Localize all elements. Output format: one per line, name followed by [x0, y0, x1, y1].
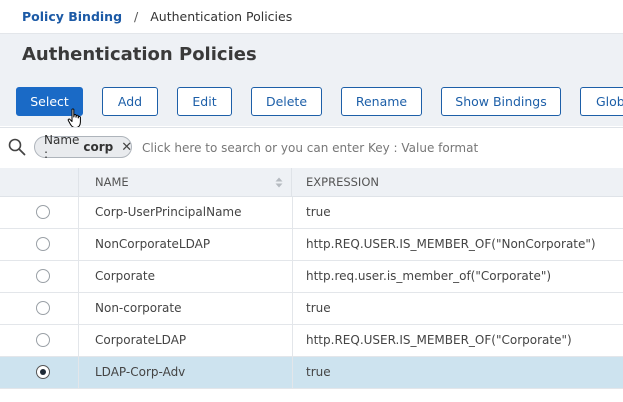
search-input[interactable] — [140, 137, 604, 159]
breadcrumb-separator: / — [134, 9, 139, 24]
table-header: NAME EXPRESSION — [0, 168, 623, 197]
column-header-select — [0, 168, 79, 196]
row-expression: true — [306, 365, 331, 379]
row-name: Non-corporate — [95, 301, 182, 315]
row-radio[interactable] — [36, 237, 50, 251]
breadcrumb-current: Authentication Policies — [150, 9, 293, 24]
row-name: LDAP-Corp-Adv — [95, 365, 186, 379]
breadcrumb: Policy Binding / Authentication Policies — [0, 0, 623, 34]
row-expression: true — [306, 205, 331, 219]
row-radio[interactable] — [36, 333, 50, 347]
table-row[interactable]: LDAP-Corp-Adv true — [0, 357, 623, 389]
row-expression: http.req.user.is_member_of("Corporate") — [306, 269, 552, 283]
row-radio[interactable] — [36, 269, 50, 283]
column-divider — [78, 357, 79, 388]
delete-button[interactable]: Delete — [251, 87, 322, 116]
add-button[interactable]: Add — [102, 87, 158, 116]
row-expression: true — [306, 301, 331, 315]
column-divider — [78, 261, 79, 292]
close-icon[interactable]: ✕ — [121, 140, 132, 155]
radio-dot — [40, 369, 46, 375]
filter-chip-key: Name : — [44, 133, 80, 161]
table-row[interactable]: Non-corporate true — [0, 293, 623, 325]
table-row[interactable]: Corporate http.req.user.is_member_of("Co… — [0, 261, 623, 293]
edit-button[interactable]: Edit — [177, 87, 232, 116]
column-header-expression[interactable]: EXPRESSION — [293, 168, 623, 196]
table-row[interactable]: CorporateLDAP http.REQ.USER.IS_MEMBER_OF… — [0, 325, 623, 357]
row-expression: http.REQ.USER.IS_MEMBER_OF("NonCorporate… — [306, 237, 596, 251]
row-radio[interactable] — [36, 301, 50, 315]
global-bindings-button[interactable]: Glob — [580, 87, 623, 116]
column-divider — [292, 229, 293, 260]
column-divider — [292, 293, 293, 324]
column-divider — [292, 325, 293, 356]
column-divider — [292, 261, 293, 292]
row-name: Corporate — [95, 269, 155, 283]
breadcrumb-link-policy-binding[interactable]: Policy Binding — [22, 9, 122, 24]
column-divider — [78, 325, 79, 356]
rename-button[interactable]: Rename — [341, 87, 422, 116]
table-row[interactable]: NonCorporateLDAP http.REQ.USER.IS_MEMBER… — [0, 229, 623, 261]
row-expression: http.REQ.USER.IS_MEMBER_OF("Corporate") — [306, 333, 572, 347]
filter-chip-value: corp — [83, 140, 114, 154]
toolbar: Select Add Edit Delete Rename Show Bindi… — [0, 80, 623, 126]
row-name: Corp-UserPrincipalName — [95, 205, 242, 219]
row-name: CorporateLDAP — [95, 333, 187, 347]
show-bindings-button[interactable]: Show Bindings — [441, 87, 561, 116]
column-header-expression-label: EXPRESSION — [306, 175, 379, 189]
sort-icon[interactable] — [275, 177, 283, 188]
row-radio[interactable] — [36, 365, 50, 379]
search-icon[interactable] — [8, 138, 26, 156]
page-title: Authentication Policies — [22, 44, 257, 65]
column-divider — [78, 197, 79, 228]
row-radio[interactable] — [36, 205, 50, 219]
column-divider — [78, 229, 79, 260]
column-header-name[interactable]: NAME — [79, 168, 292, 196]
filter-chip: Name : corp ✕ — [34, 133, 132, 161]
search-bar: Name : corp ✕ — [0, 127, 623, 169]
page-header: Authentication Policies — [0, 34, 623, 80]
column-divider — [292, 197, 293, 228]
table-row[interactable]: Corp-UserPrincipalName true — [0, 197, 623, 229]
column-header-name-label: NAME — [95, 175, 129, 189]
column-divider — [78, 293, 79, 324]
table-body: Corp-UserPrincipalName true NonCorporate… — [0, 197, 623, 389]
row-name: NonCorporateLDAP — [95, 237, 211, 251]
column-divider — [292, 357, 293, 388]
